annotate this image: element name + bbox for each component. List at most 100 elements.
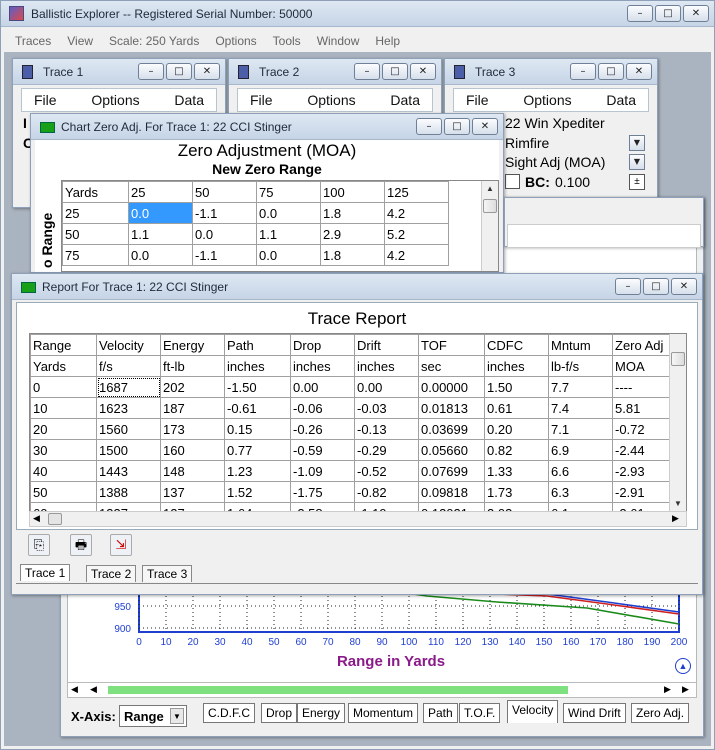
- maximize-button[interactable]: □: [382, 63, 408, 80]
- grid-cell[interactable]: 0.77: [224, 439, 291, 461]
- grid-cell[interactable]: 137: [160, 481, 225, 503]
- grid-cell[interactable]: 40: [30, 460, 97, 482]
- grid-cell[interactable]: 0.00000: [418, 376, 485, 398]
- grid-cell[interactable]: 1388: [96, 481, 161, 503]
- menu-data[interactable]: Data: [390, 92, 420, 108]
- minimize-button[interactable]: –: [354, 63, 380, 80]
- menu-file[interactable]: File: [466, 92, 489, 108]
- tab-wind-drift[interactable]: Wind Drift: [563, 703, 626, 723]
- grid-cell[interactable]: -0.72: [612, 418, 673, 440]
- grid-cell[interactable]: 7.4: [548, 397, 613, 419]
- grid-cell[interactable]: -0.61: [224, 397, 291, 419]
- grid-cell[interactable]: 1.33: [484, 460, 549, 482]
- tab-drop[interactable]: Drop: [261, 703, 298, 723]
- grid-cell[interactable]: 50: [30, 481, 97, 503]
- sight-adj-dropdown[interactable]: ▼: [629, 154, 645, 170]
- grid-cell[interactable]: 0.00: [290, 376, 355, 398]
- grid-cell[interactable]: 5.2: [384, 223, 449, 245]
- menu-traces[interactable]: Traces: [7, 34, 59, 48]
- grid-cell[interactable]: -0.59: [290, 439, 355, 461]
- scroll-last-icon[interactable]: ▶: [682, 684, 689, 695]
- menu-data[interactable]: Data: [174, 92, 204, 108]
- menu-options[interactable]: Options: [91, 92, 139, 108]
- grid-cell[interactable]: 0.05660: [418, 439, 485, 461]
- menu-scale[interactable]: Scale: 250 Yards: [101, 34, 207, 48]
- grid-cell[interactable]: -2.91: [612, 481, 673, 503]
- menu-window[interactable]: Window: [309, 34, 368, 48]
- maximize-button[interactable]: □: [643, 278, 669, 295]
- grid-cell[interactable]: 4.2: [384, 244, 449, 266]
- grid-cell[interactable]: 0.0: [256, 244, 321, 266]
- grid-cell[interactable]: 1.8: [320, 244, 385, 266]
- grid-cell[interactable]: 160: [160, 439, 225, 461]
- scroll-thumb[interactable]: [483, 199, 497, 213]
- tab-trace-2[interactable]: Trace 2: [86, 565, 137, 582]
- grid-cell[interactable]: 7.1: [548, 418, 613, 440]
- grid-cell[interactable]: 202: [160, 376, 225, 398]
- close-button[interactable]: ✕: [472, 118, 498, 135]
- grid-cell[interactable]: 2.9: [320, 223, 385, 245]
- grid-cell[interactable]: 0.03699: [418, 418, 485, 440]
- grid-cell[interactable]: -1.1: [192, 202, 257, 224]
- close-button[interactable]: ✕: [683, 5, 709, 22]
- maximize-button[interactable]: □: [444, 118, 470, 135]
- grid-cell[interactable]: 0: [30, 376, 97, 398]
- grid-cell[interactable]: 4.2: [384, 202, 449, 224]
- bc-edit-icon[interactable]: ±: [629, 174, 645, 190]
- menu-options[interactable]: Options: [523, 92, 571, 108]
- report-vscrollbar[interactable]: ▼: [669, 334, 686, 512]
- scroll-right-icon[interactable]: ▶: [664, 684, 671, 695]
- checkbox[interactable]: [505, 174, 520, 189]
- export-icon[interactable]: ⇲: [110, 534, 132, 556]
- grid-cell[interactable]: -0.06: [290, 397, 355, 419]
- grid-cell[interactable]: -2.44: [612, 439, 673, 461]
- maximize-button[interactable]: □: [166, 63, 192, 80]
- grid-cell[interactable]: -0.26: [290, 418, 355, 440]
- scroll-down-icon[interactable]: ▼: [670, 496, 686, 512]
- grid-cell[interactable]: -1.09: [290, 460, 355, 482]
- grid-cell[interactable]: 1.23: [224, 460, 291, 482]
- grid-cell[interactable]: 1.1: [128, 223, 193, 245]
- grid-cell[interactable]: -2.93: [612, 460, 673, 482]
- grid-cell[interactable]: 1.8: [320, 202, 385, 224]
- scroll-left-icon[interactable]: ◀: [90, 684, 97, 695]
- grid-cell[interactable]: 0.0: [192, 223, 257, 245]
- scroll-up-icon[interactable]: ▲: [675, 658, 691, 674]
- grid-cell[interactable]: -0.03: [354, 397, 419, 419]
- close-button[interactable]: ✕: [410, 63, 436, 80]
- scroll-right-icon[interactable]: ▶: [672, 513, 679, 524]
- grid-cell[interactable]: 0.0: [256, 202, 321, 224]
- menu-help[interactable]: Help: [367, 34, 408, 48]
- grid-cell[interactable]: 148: [160, 460, 225, 482]
- tab-trace-1[interactable]: Trace 1: [20, 564, 71, 581]
- grid-cell[interactable]: 10: [30, 397, 97, 419]
- tab-trace-3[interactable]: Trace 3: [142, 565, 193, 582]
- zero-adj-scrollbar[interactable]: ▲: [481, 181, 498, 271]
- grid-cell[interactable]: 1560: [96, 418, 161, 440]
- menu-file[interactable]: File: [34, 92, 57, 108]
- grid-cell[interactable]: 0.01813: [418, 397, 485, 419]
- grid-cell[interactable]: 1623: [96, 397, 161, 419]
- grid-cell[interactable]: ----: [612, 376, 673, 398]
- scroll-first-icon[interactable]: ◀: [71, 684, 78, 695]
- grid-cell[interactable]: 1.50: [484, 376, 549, 398]
- tab-tof[interactable]: T.O.F.: [459, 703, 501, 723]
- grid-cell[interactable]: 187: [160, 397, 225, 419]
- grid-cell[interactable]: -0.82: [354, 481, 419, 503]
- scroll-thumb[interactable]: [671, 352, 685, 366]
- scroll-up-icon[interactable]: ▲: [482, 181, 498, 197]
- report-hscrollbar[interactable]: ◀ ▶: [29, 511, 687, 527]
- grid-cell[interactable]: 5.81: [612, 397, 673, 419]
- close-button[interactable]: ✕: [626, 63, 652, 80]
- minimize-button[interactable]: –: [627, 5, 653, 22]
- tab-velocity[interactable]: Velocity: [507, 700, 559, 723]
- menu-data[interactable]: Data: [606, 92, 636, 108]
- grid-cell[interactable]: 6.6: [548, 460, 613, 482]
- menu-options[interactable]: Options: [207, 34, 264, 48]
- grid-cell[interactable]: 1443: [96, 460, 161, 482]
- grid-cell[interactable]: -1.1: [192, 244, 257, 266]
- maximize-button[interactable]: □: [655, 5, 681, 22]
- minimize-button[interactable]: –: [615, 278, 641, 295]
- grid-cell[interactable]: 1.73: [484, 481, 549, 503]
- grid-cell[interactable]: 173: [160, 418, 225, 440]
